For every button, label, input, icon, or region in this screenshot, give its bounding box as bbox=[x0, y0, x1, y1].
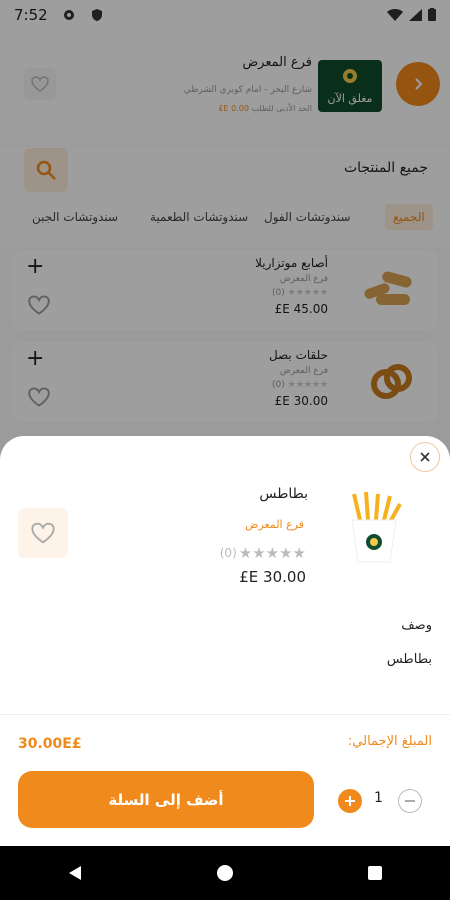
nav-home-button[interactable] bbox=[205, 853, 245, 893]
back-triangle-icon bbox=[69, 866, 81, 880]
stars-icon: ★★★★★ bbox=[238, 544, 306, 562]
add-to-cart-button[interactable]: أضف إلى السلة bbox=[18, 771, 314, 828]
total-value: 30.00E£ bbox=[18, 736, 82, 752]
rating-count: (0) bbox=[219, 546, 237, 560]
total-label: المبلغ الإجمالي: bbox=[347, 734, 432, 749]
close-icon bbox=[420, 452, 430, 462]
quantity-value: 1 bbox=[374, 790, 383, 806]
heart-icon bbox=[31, 522, 55, 544]
plus-icon bbox=[345, 796, 355, 806]
close-button[interactable] bbox=[410, 442, 440, 472]
product-price: 30.00 E£ bbox=[239, 568, 306, 586]
product-image bbox=[340, 490, 408, 566]
home-circle-icon bbox=[217, 865, 233, 881]
favorite-product-button[interactable] bbox=[18, 508, 68, 558]
nav-recents-button[interactable] bbox=[355, 853, 395, 893]
product-store: فرع المعرض bbox=[245, 518, 304, 531]
recents-square-icon bbox=[368, 866, 382, 880]
quantity-increase-button[interactable] bbox=[338, 789, 362, 813]
product-rating: ★★★★★ (0) bbox=[220, 544, 306, 562]
quantity-decrease-button[interactable] bbox=[398, 789, 422, 813]
nav-back-button[interactable] bbox=[55, 853, 95, 893]
minus-icon bbox=[405, 800, 415, 802]
description-text: بطاطس bbox=[386, 652, 432, 667]
product-name: بطاطس bbox=[259, 486, 308, 502]
system-navigation-bar bbox=[0, 846, 450, 900]
description-label: وصف bbox=[401, 618, 432, 633]
